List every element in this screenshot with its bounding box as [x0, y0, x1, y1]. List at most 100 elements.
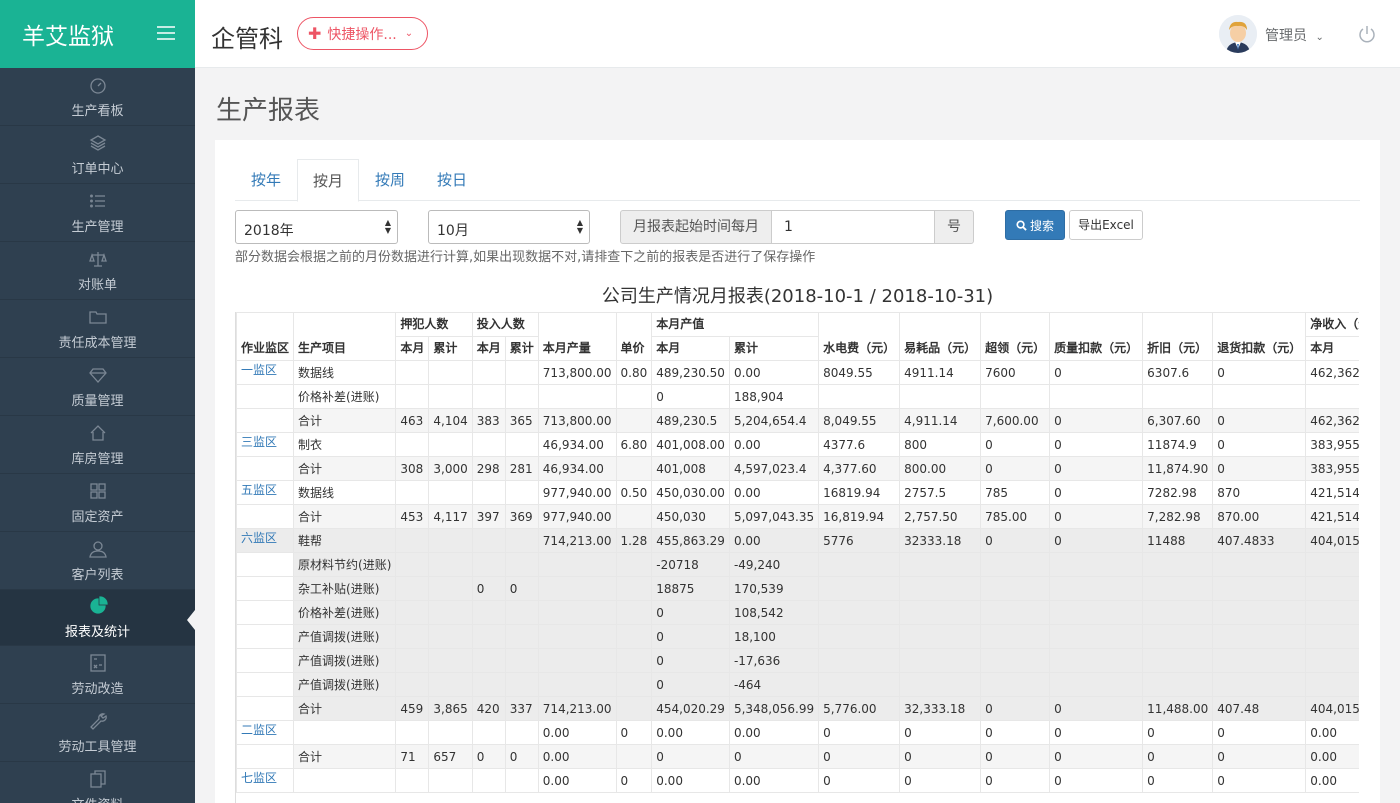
- sidebar-item-list[interactable]: 生产管理: [0, 184, 195, 242]
- tab-day[interactable]: 按日: [421, 159, 483, 201]
- table-cell: 46,934.00: [537, 456, 617, 481]
- year-select[interactable]: 2018年 ▲ ▼: [235, 210, 398, 244]
- tab-week[interactable]: 按周: [359, 159, 421, 201]
- table-cell: 5776: [818, 528, 901, 553]
- table-cell: [980, 624, 1051, 649]
- table-row: 产值调拨(进账) 0 -17,636: [236, 648, 1359, 673]
- table-cell: [1142, 672, 1214, 697]
- start-day-input[interactable]: 1: [771, 210, 935, 244]
- table-cell: 8,049.55: [818, 408, 901, 433]
- column-header: 单价: [615, 336, 653, 361]
- sidebar-item-scale[interactable]: 对账单: [0, 242, 195, 300]
- table-cell: [1305, 624, 1359, 649]
- table-cell: 459: [395, 696, 430, 721]
- table-row: 合计 463 4,104 383 365 713,800.00 489,230.5 5,204…: [236, 408, 1359, 433]
- sidebar-item-label: 订单中心: [71, 161, 124, 177]
- sidebar-item-files[interactable]: 文件资料: [0, 762, 195, 803]
- export-excel-button[interactable]: 导出Excel: [1069, 210, 1143, 240]
- zone-link[interactable]: 七监区: [241, 771, 277, 785]
- zone-link[interactable]: 六监区: [241, 531, 277, 545]
- sidebar-item-wrench[interactable]: 劳动工具管理: [0, 704, 195, 762]
- table-cell: 337: [504, 696, 539, 721]
- table-cell: -17,636: [728, 648, 820, 673]
- user-icon: [88, 540, 107, 558]
- table-cell: 0.00: [1305, 720, 1359, 745]
- sidebar-item-layers[interactable]: 订单中心: [0, 126, 195, 184]
- tab-year[interactable]: 按年: [235, 159, 297, 201]
- table-cell: [504, 720, 539, 745]
- brand-name: 羊艾监狱: [22, 24, 114, 50]
- table-cell: 0: [1049, 480, 1144, 505]
- wrench-icon: [89, 712, 107, 730]
- table-cell: 0.80: [615, 360, 653, 385]
- table-cell: [471, 648, 506, 673]
- zone-link[interactable]: 三监区: [241, 435, 277, 449]
- table-row: 合计 453 4,117 397 369 977,940.00 450,030 5,097,0…: [236, 504, 1359, 529]
- table-cell: 7,600.00: [980, 408, 1051, 433]
- brand-bar: 羊艾监狱: [0, 0, 195, 68]
- quick-actions-button[interactable]: ✚ 快捷操作... ⌄: [297, 17, 428, 50]
- column-group-header: [1212, 312, 1307, 337]
- zone-link[interactable]: 一监区: [241, 363, 277, 377]
- sidebar-item-diamond[interactable]: 质量管理: [0, 358, 195, 416]
- table-cell: [818, 600, 901, 625]
- table-cell: [504, 600, 539, 625]
- table-cell: 420: [471, 696, 506, 721]
- table-cell: [428, 360, 473, 385]
- sidebar-item-grid[interactable]: 固定资产: [0, 474, 195, 532]
- table-cell: 0: [615, 768, 653, 793]
- zone-link[interactable]: 五监区: [241, 483, 277, 497]
- table-cell: 421,514.58: [1305, 504, 1359, 529]
- table-cell: [395, 528, 430, 553]
- sidebar-item-calculator[interactable]: 劳动改造: [0, 646, 195, 704]
- table-cell: 1.28: [615, 528, 653, 553]
- menu-toggle-icon[interactable]: [157, 26, 175, 40]
- sidebar-item-user[interactable]: 客户列表: [0, 532, 195, 590]
- table-cell: 合计: [293, 744, 397, 769]
- table-cell: [428, 552, 473, 577]
- power-icon[interactable]: [1357, 24, 1377, 44]
- user-menu[interactable]: 管理员 ⌄: [1265, 25, 1324, 45]
- table-cell: [1049, 672, 1144, 697]
- avatar[interactable]: [1219, 15, 1257, 53]
- table-cell: [899, 624, 982, 649]
- zone-link[interactable]: 二监区: [241, 723, 277, 737]
- table-cell: [615, 648, 653, 673]
- table-cell: 产值调拨(进账): [293, 624, 397, 649]
- table-cell: [615, 552, 653, 577]
- table-cell: [1212, 672, 1307, 697]
- table-cell: [615, 576, 653, 601]
- table-cell: 463: [395, 408, 430, 433]
- layers-icon: [89, 134, 106, 151]
- table-cell: [395, 552, 430, 577]
- month-select[interactable]: 10月 ▲ ▼: [428, 210, 590, 244]
- table-cell: [980, 648, 1051, 673]
- table-cell: 108,542: [728, 600, 820, 625]
- table-cell: 421,514.58: [1305, 480, 1359, 505]
- report-table-wrapper[interactable]: 押犯人数投入人数本月产值净收入（元） 作业监区生产项目本月累计本月累计本月产量单…: [235, 312, 1359, 803]
- tab-month[interactable]: 按月: [297, 159, 359, 202]
- chevron-down-icon: ⌄: [1315, 32, 1324, 43]
- table-cell: [395, 648, 430, 673]
- table-cell: 8049.55: [818, 360, 901, 385]
- table-cell: [1305, 600, 1359, 625]
- sidebar-item-gauge[interactable]: 生产看板: [0, 68, 195, 126]
- table-cell: 0: [651, 648, 730, 673]
- table-cell: 0: [651, 624, 730, 649]
- column-group-header: [537, 312, 617, 337]
- table-cell: [236, 384, 295, 409]
- folder-icon: [88, 310, 107, 324]
- sidebar-item-folder[interactable]: 责任成本管理: [0, 300, 195, 358]
- table-cell: [236, 696, 295, 721]
- sidebar-item-label: 对账单: [77, 277, 117, 293]
- table-cell: [818, 672, 901, 697]
- table-row: 一监区 数据线 713,800.00 0.80 489,230.50 0.00 8049.5…: [236, 360, 1359, 385]
- sidebar-item-home[interactable]: 库房管理: [0, 416, 195, 474]
- table-cell: 0.00: [537, 768, 617, 793]
- table-cell: 11488: [1142, 528, 1214, 553]
- search-button[interactable]: 搜索: [1005, 210, 1065, 240]
- table-cell: 18,100: [728, 624, 820, 649]
- table-cell: [471, 720, 506, 745]
- sidebar-item-pie[interactable]: 报表及统计: [0, 590, 195, 646]
- period-tabs: 按年 按月 按周 按日: [235, 159, 1360, 202]
